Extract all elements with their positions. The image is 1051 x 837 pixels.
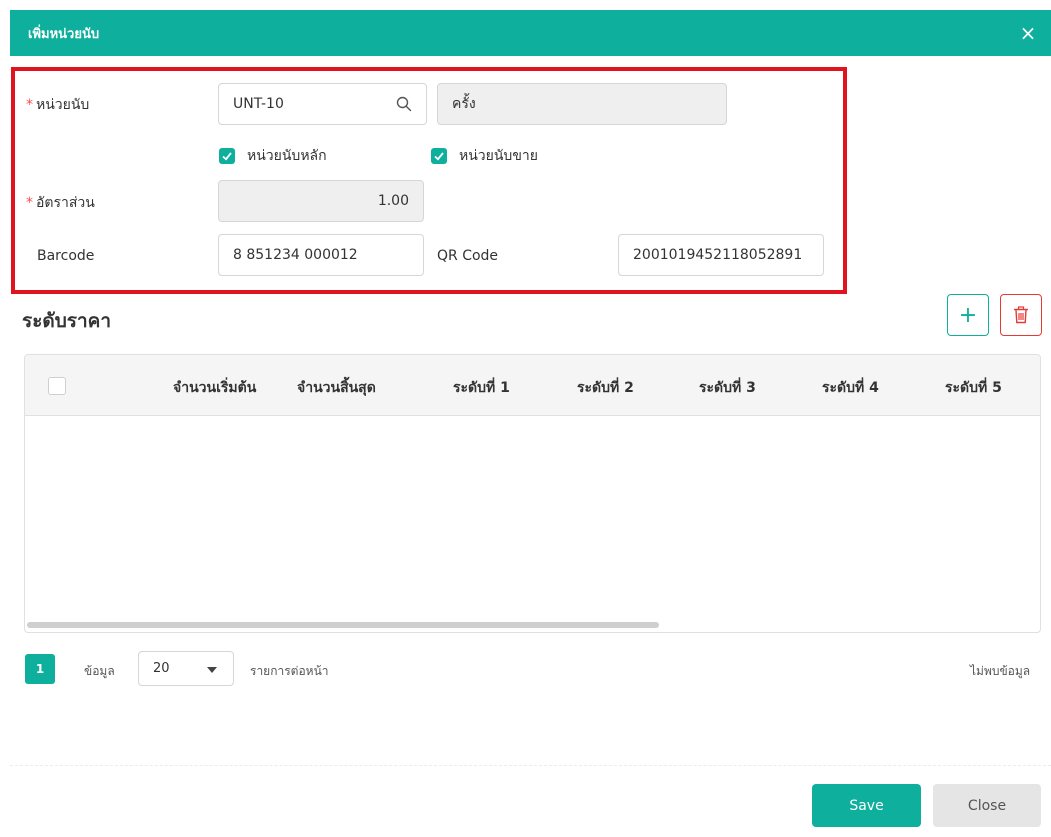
caret-down-icon bbox=[207, 667, 217, 673]
search-button[interactable] bbox=[381, 83, 427, 125]
unit-name-input[interactable]: ครั้ง bbox=[437, 83, 727, 125]
sale-unit-label: หน่วยนับขาย bbox=[459, 148, 538, 164]
checkbox-checked-icon bbox=[431, 148, 447, 164]
barcode-input[interactable]: 8 851234 000012 bbox=[218, 234, 424, 276]
select-all-checkbox[interactable] bbox=[48, 377, 66, 395]
column-header-level-2[interactable]: ระดับที่ 2 bbox=[577, 377, 634, 399]
dialog-header: เพิ่มหน่วยนับ × bbox=[10, 10, 1051, 56]
ratio-input[interactable]: 1.00 bbox=[218, 180, 424, 222]
page-number-button[interactable]: 1 bbox=[25, 654, 55, 684]
column-header-level-5[interactable]: ระดับที่ 5 bbox=[945, 377, 1002, 399]
data-label: ข้อมูล bbox=[84, 664, 115, 678]
add-unit-dialog: เพิ่มหน่วยนับ × * หน่วยนับ UNT-10 ครั้ง ห… bbox=[0, 0, 1051, 837]
per-page-select[interactable]: 20 bbox=[138, 651, 234, 686]
barcode-label: Barcode bbox=[37, 248, 95, 264]
column-header-level-3[interactable]: ระดับที่ 3 bbox=[699, 377, 756, 399]
delete-button[interactable] bbox=[1000, 294, 1042, 336]
close-button[interactable]: Close bbox=[933, 784, 1041, 827]
unit-code-input[interactable]: UNT-10 bbox=[218, 83, 382, 125]
save-button[interactable]: Save bbox=[812, 784, 921, 827]
per-page-value: 20 bbox=[153, 661, 170, 676]
unit-label: * หน่วยนับ bbox=[26, 97, 90, 113]
price-levels-table: จำนวนเริ่มต้น จำนวนสิ้นสุด ระดับที่ 1 ระ… bbox=[24, 354, 1041, 633]
table-header: จำนวนเริ่มต้น จำนวนสิ้นสุด ระดับที่ 1 ระ… bbox=[25, 355, 1040, 416]
column-header-start-qty[interactable]: จำนวนเริ่มต้น bbox=[173, 377, 256, 399]
plus-icon: + bbox=[958, 302, 978, 328]
column-header-level-4[interactable]: ระดับที่ 4 bbox=[822, 377, 879, 399]
dialog-title: เพิ่มหน่วยนับ bbox=[28, 26, 100, 42]
required-mark: * bbox=[26, 195, 33, 211]
main-unit-checkbox[interactable]: หน่วยนับหลัก bbox=[219, 145, 327, 167]
per-page-label: รายการต่อหน้า bbox=[250, 664, 329, 678]
add-button[interactable]: + bbox=[947, 294, 989, 336]
horizontal-scrollbar[interactable] bbox=[27, 622, 659, 628]
main-unit-label: หน่วยนับหลัก bbox=[247, 148, 327, 164]
checkbox-checked-icon bbox=[219, 148, 235, 164]
close-icon[interactable]: × bbox=[1017, 22, 1039, 44]
sale-unit-checkbox[interactable]: หน่วยนับขาย bbox=[431, 145, 538, 167]
search-icon bbox=[396, 96, 411, 112]
empty-text: ไม่พบข้อมูล bbox=[970, 664, 1031, 678]
footer-divider bbox=[10, 765, 1051, 766]
qrcode-label: QR Code bbox=[437, 248, 499, 264]
trash-icon bbox=[1014, 306, 1028, 324]
ratio-label: * อัตราส่วน bbox=[26, 195, 95, 211]
qrcode-input[interactable]: 2001019452118052891 bbox=[618, 234, 824, 276]
price-levels-title: ระดับราคา bbox=[22, 310, 112, 332]
required-mark: * bbox=[26, 97, 33, 113]
column-header-end-qty[interactable]: จำนวนสิ้นสุด bbox=[297, 377, 376, 399]
column-header-level-1[interactable]: ระดับที่ 1 bbox=[453, 377, 510, 399]
